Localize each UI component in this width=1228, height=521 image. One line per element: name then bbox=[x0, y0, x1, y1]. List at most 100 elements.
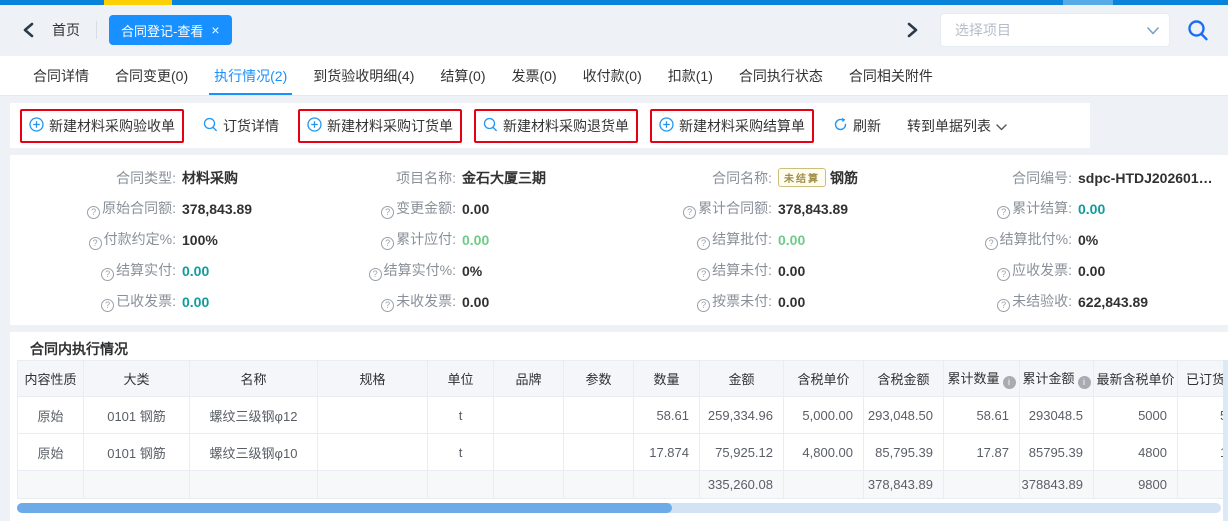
help-icon[interactable]: ? bbox=[87, 206, 100, 219]
tab-invoice[interactable]: 发票(0) bbox=[499, 56, 570, 95]
new-return-label: 新建材料采购退货单 bbox=[503, 116, 629, 136]
col-parameter: 参数 bbox=[564, 361, 634, 397]
field-invoice-receivable: ?应收发票:0.00 bbox=[916, 260, 1218, 281]
help-icon[interactable]: ? bbox=[697, 299, 710, 312]
help-icon[interactable]: ? bbox=[697, 268, 710, 281]
search-icon[interactable] bbox=[1186, 18, 1210, 42]
col-cumulative-amount: 累计金额i bbox=[1020, 361, 1094, 397]
new-settlement-button[interactable]: 新建材料采购结算单 bbox=[650, 109, 814, 143]
new-acceptance-label: 新建材料采购验收单 bbox=[49, 116, 175, 136]
field-cumulative-amount: ?累计合同额:378,843.89 bbox=[614, 198, 916, 219]
tab-contract-change[interactable]: 合同变更(0) bbox=[102, 56, 201, 95]
col-latest-taxed-price: 最新含税单价 bbox=[1094, 361, 1178, 397]
new-return-button[interactable]: 新建材料采购退货单 bbox=[474, 109, 638, 143]
info-icon[interactable]: i bbox=[1003, 376, 1016, 389]
new-order-label: 新建材料采购订货单 bbox=[327, 116, 453, 136]
col-name: 名称 bbox=[190, 361, 318, 397]
help-icon[interactable]: ? bbox=[89, 237, 102, 250]
active-window-tab-label: 合同登记-查看 bbox=[121, 21, 203, 40]
status-badge: 未结算 bbox=[778, 168, 826, 187]
field-invoice-not-received: ?未收发票:0.00 bbox=[312, 291, 614, 312]
table-row[interactable]: 原始 0101 钢筋 螺纹三级钢φ12 t 58.61 259,334.96 5… bbox=[18, 397, 1228, 434]
field-contract-name: 合同名称:未结算钢筋 bbox=[614, 168, 916, 188]
field-unsettled-acceptance: ?未结验收:622,843.89 bbox=[916, 291, 1218, 312]
field-payment-agreement: ?付款约定%:100% bbox=[10, 229, 312, 250]
search-small-icon bbox=[483, 117, 498, 135]
info-icon[interactable]: i bbox=[1078, 376, 1091, 389]
chevron-down-icon bbox=[996, 118, 1007, 134]
help-icon[interactable]: ? bbox=[381, 206, 394, 219]
execution-table: 内容性质 大类 名称 规格 单位 品牌 参数 数量 金额 含税单价 含税金额 累… bbox=[17, 360, 1228, 499]
tab-contract-exec-state[interactable]: 合同执行状态 bbox=[726, 56, 836, 95]
order-detail-label: 订货详情 bbox=[223, 116, 279, 136]
project-select-placeholder: 选择项目 bbox=[955, 20, 1147, 40]
circle-plus-icon bbox=[659, 117, 674, 135]
col-taxed-amount: 含税金额 bbox=[864, 361, 944, 397]
tab-arrival-acceptance[interactable]: 到货验收明细(4) bbox=[300, 56, 427, 95]
help-icon[interactable]: ? bbox=[101, 299, 114, 312]
tab-contract-detail[interactable]: 合同详情 bbox=[20, 56, 102, 95]
help-icon[interactable]: ? bbox=[997, 206, 1010, 219]
tab-deduction[interactable]: 扣款(1) bbox=[655, 56, 726, 95]
help-icon[interactable]: ? bbox=[997, 299, 1010, 312]
new-acceptance-button[interactable]: 新建材料采购验收单 bbox=[20, 109, 184, 143]
table-header-row: 内容性质 大类 名称 规格 单位 品牌 参数 数量 金额 含税单价 含税金额 累… bbox=[18, 361, 1228, 397]
col-cumulative-qty: 累计数量i bbox=[944, 361, 1020, 397]
home-link[interactable]: 首页 bbox=[52, 20, 80, 40]
field-unpaid-by-invoice: ?按票未付:0.00 bbox=[614, 291, 916, 312]
field-settlement-approved-pct: ?结算批付%:0% bbox=[916, 229, 1218, 250]
field-cumulative-settlement: ?累计结算:0.00 bbox=[916, 198, 1218, 219]
tab-payment[interactable]: 收付款(0) bbox=[570, 56, 655, 95]
field-settlement-approved: ?结算批付:0.00 bbox=[614, 229, 916, 250]
topbar-divider bbox=[96, 21, 97, 39]
refresh-label: 刷新 bbox=[853, 116, 881, 136]
help-icon[interactable]: ? bbox=[381, 237, 394, 250]
action-toolbar: 新建材料采购验收单 订货详情 新建材料采购订货单 新建材料采购退货单 新建材料采… bbox=[10, 103, 1090, 148]
order-detail-button[interactable]: 订货详情 bbox=[196, 111, 286, 141]
field-contract-number: 合同编号:sdpc-HTDJ202601… bbox=[916, 168, 1218, 188]
close-icon[interactable]: × bbox=[211, 23, 219, 37]
col-unit: 单位 bbox=[428, 361, 494, 397]
detail-tab-bar: 合同详情 合同变更(0) 执行情况(2) 到货验收明细(4) 结算(0) 发票(… bbox=[0, 56, 1228, 96]
expand-chevron-icon[interactable] bbox=[902, 20, 922, 40]
horizontal-scrollbar-thumb[interactable] bbox=[17, 503, 672, 513]
table-title: 合同内执行情况 bbox=[10, 332, 1228, 360]
vertical-scrollbar-track[interactable] bbox=[1223, 360, 1228, 521]
help-icon[interactable]: ? bbox=[369, 268, 382, 281]
field-settlement-unpaid: ?结算未付:0.00 bbox=[614, 260, 916, 281]
search-small-icon bbox=[203, 117, 218, 135]
field-contract-type: 合同类型:材料采购 bbox=[10, 168, 312, 188]
refresh-button[interactable]: 刷新 bbox=[826, 111, 888, 141]
back-chevron-icon[interactable] bbox=[18, 20, 38, 40]
contract-summary-panel: 合同类型:材料采购 项目名称:金石大厦三期 合同名称:未结算钢筋 合同编号:sd… bbox=[10, 155, 1228, 325]
help-icon[interactable]: ? bbox=[381, 299, 394, 312]
project-select[interactable]: 选择项目 bbox=[940, 13, 1170, 47]
new-order-button[interactable]: 新建材料采购订货单 bbox=[298, 109, 462, 143]
tab-settlement[interactable]: 结算(0) bbox=[427, 56, 498, 95]
help-icon[interactable]: ? bbox=[697, 237, 710, 250]
horizontal-scrollbar-track[interactable] bbox=[17, 503, 1221, 513]
execution-table-panel: 合同内执行情况 内容性质 大类 名称 规格 单位 品牌 参数 数量 金额 含税单… bbox=[10, 332, 1228, 521]
goto-document-list-label: 转到单据列表 bbox=[907, 116, 991, 136]
col-brand: 品牌 bbox=[494, 361, 564, 397]
new-settlement-label: 新建材料采购结算单 bbox=[679, 116, 805, 136]
col-content-nature: 内容性质 bbox=[18, 361, 84, 397]
table-row[interactable]: 原始 0101 钢筋 螺纹三级钢φ10 t 17.874 75,925.12 4… bbox=[18, 434, 1228, 471]
active-window-tab[interactable]: 合同登记-查看 × bbox=[109, 15, 232, 45]
tab-execution-status[interactable]: 执行情况(2) bbox=[201, 56, 300, 95]
col-ordered-qty: 已订货数量 bbox=[1178, 361, 1228, 397]
help-icon[interactable]: ? bbox=[101, 268, 114, 281]
goto-document-list-button[interactable]: 转到单据列表 bbox=[900, 111, 1014, 141]
tab-contract-attachments[interactable]: 合同相关附件 bbox=[836, 56, 946, 95]
help-icon[interactable]: ? bbox=[997, 268, 1010, 281]
help-icon[interactable]: ? bbox=[985, 237, 998, 250]
field-invoice-received: ?已收发票:0.00 bbox=[10, 291, 312, 312]
field-project-name: 项目名称:金石大厦三期 bbox=[312, 168, 614, 188]
field-change-amount: ?变更金额:0.00 bbox=[312, 198, 614, 219]
chevron-down-icon bbox=[1147, 22, 1159, 38]
refresh-icon bbox=[833, 117, 848, 135]
field-settlement-paid-pct: ?结算实付%:0% bbox=[312, 260, 614, 281]
help-icon[interactable]: ? bbox=[683, 206, 696, 219]
top-bar: 首页 合同登记-查看 × 选择项目 bbox=[0, 5, 1228, 55]
field-cumulative-payable: ?累计应付:0.00 bbox=[312, 229, 614, 250]
